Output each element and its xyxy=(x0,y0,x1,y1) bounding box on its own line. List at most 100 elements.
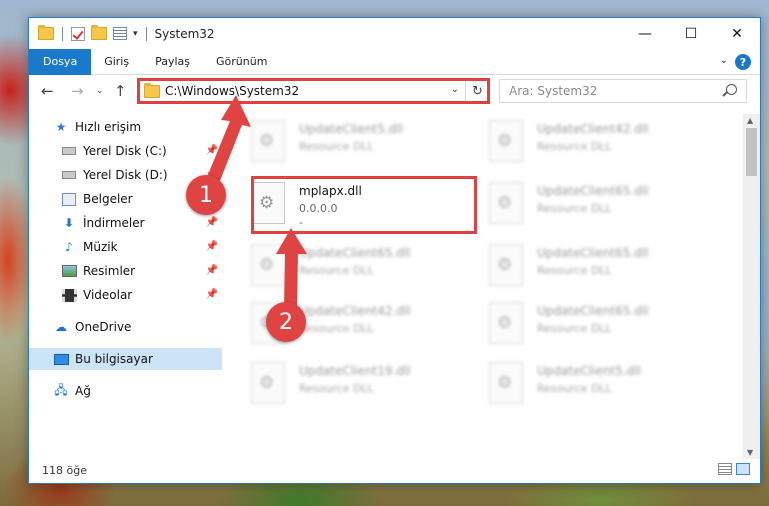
tab-view[interactable]: Görünüm xyxy=(203,49,280,75)
list-item[interactable]: UpdateClient5.dll Resource DLL xyxy=(465,358,703,408)
sidebar-item-downloads[interactable]: ⬇ İndirmeler 📌 xyxy=(29,212,222,234)
step-1-badge: 1 xyxy=(186,175,226,215)
sidebar-item-quick-access[interactable]: ★ Hızlı erişim xyxy=(29,116,222,138)
drive-icon xyxy=(62,171,76,179)
navigation-pane: ★ Hızlı erişim Yerel Disk (C:) 📌 Yerel D… xyxy=(29,114,225,459)
list-item[interactable]: UpdateClient65.dll Resource DLL xyxy=(465,298,703,348)
file-extra: - xyxy=(299,216,303,229)
file-name: UpdateClient65.dll xyxy=(299,246,411,260)
recent-locations-caret-icon[interactable]: ⌄ xyxy=(96,86,104,96)
pin-icon: 📌 xyxy=(205,289,218,300)
properties-check-icon[interactable] xyxy=(71,26,85,41)
sidebar-item-videos[interactable]: Videolar 📌 xyxy=(29,284,222,306)
sidebar-item-pictures[interactable]: Resimler 📌 xyxy=(29,260,222,282)
window-title: System32 xyxy=(154,26,215,41)
list-item[interactable]: UpdateClient65.dll Resource DLL xyxy=(465,240,703,290)
close-button[interactable]: ✕ xyxy=(714,18,760,49)
file-name: mplapx.dll xyxy=(299,184,362,198)
address-row: ← → ⌄ ↑ C:\Windows\System32 ⌄ ↻ Ara: Sys… xyxy=(29,75,760,107)
large-icons-view-icon[interactable] xyxy=(736,463,750,475)
tab-home[interactable]: Giriş xyxy=(91,49,142,75)
vertical-scrollbar[interactable]: ▲ ▼ xyxy=(743,114,760,459)
minimize-button[interactable]: — xyxy=(622,18,668,49)
view-switcher xyxy=(718,463,750,475)
network-icon: 🖧 xyxy=(54,382,68,397)
file-type: Resource DLL xyxy=(299,322,374,335)
window-controls: — ☐ ✕ xyxy=(622,18,760,49)
sidebar-item-label: Videolar xyxy=(83,288,133,302)
list-item[interactable]: UpdateClient65.dll Resource DLL xyxy=(465,178,703,228)
dll-file-icon xyxy=(251,362,285,404)
search-placeholder: Ara: System32 xyxy=(509,84,598,98)
sidebar-item-onedrive[interactable]: ☁ OneDrive xyxy=(29,316,222,338)
star-icon: ★ xyxy=(55,120,67,134)
tab-share[interactable]: Paylaş xyxy=(142,49,203,75)
folder-icon xyxy=(38,25,54,40)
music-icon: ♪ xyxy=(65,240,73,254)
dll-file-icon xyxy=(251,120,285,162)
file-type: Resource DLL xyxy=(299,264,374,277)
list-item[interactable]: UpdateClient42.dll Resource DLL xyxy=(227,298,465,348)
file-type: Resource DLL xyxy=(299,382,374,395)
dll-file-icon xyxy=(489,244,523,286)
refresh-icon[interactable]: ↻ xyxy=(465,79,489,103)
pin-icon: 📌 xyxy=(205,217,218,228)
properties-icon[interactable] xyxy=(113,27,127,40)
sidebar-item-label: OneDrive xyxy=(75,320,132,334)
search-icon[interactable] xyxy=(726,84,737,95)
sidebar-item-label: Yerel Disk (C:) xyxy=(83,144,167,158)
sidebar-item-label: Bu bilgisayar xyxy=(75,352,153,366)
tab-file[interactable]: Dosya xyxy=(29,48,92,75)
expand-ribbon-chevron-icon[interactable]: ⌄ xyxy=(720,55,728,66)
sidebar-item-label: Resimler xyxy=(83,264,136,278)
file-type: Resource DLL xyxy=(537,382,612,395)
sidebar-item-label: Müzik xyxy=(83,240,118,254)
title-bar: ▾ System32 — ☐ ✕ xyxy=(29,18,760,49)
file-name: UpdateClient19.dll xyxy=(299,364,411,378)
sidebar-item-music[interactable]: ♪ Müzik 📌 xyxy=(29,236,222,258)
sidebar-item-label: Hızlı erişim xyxy=(75,120,142,134)
pictures-icon xyxy=(61,265,77,277)
sidebar-item-label: Belgeler xyxy=(83,192,133,206)
folder-icon xyxy=(144,83,160,98)
file-type: Resource DLL xyxy=(537,202,612,215)
customize-toolbar-caret-icon[interactable]: ▾ xyxy=(133,29,138,39)
list-item-target-file[interactable]: mplapx.dll 0.0.0.0 - xyxy=(227,178,465,229)
dll-file-icon xyxy=(251,244,285,286)
file-name: UpdateClient65.dll xyxy=(537,304,649,318)
address-bar[interactable]: C:\Windows\System32 ⌄ ↻ xyxy=(137,79,490,103)
scroll-up-icon[interactable]: ▲ xyxy=(747,116,753,125)
scroll-down-icon[interactable]: ▼ xyxy=(747,448,753,457)
file-name: UpdateClient65.dll xyxy=(537,184,649,198)
details-view-icon[interactable] xyxy=(718,463,732,475)
sidebar-item-label: Yerel Disk (D:) xyxy=(83,168,168,182)
list-item[interactable]: UpdateClient5.dll Resource DLL xyxy=(227,116,465,166)
toolbar-divider xyxy=(62,26,63,41)
dll-file-icon xyxy=(489,120,523,162)
address-dropdown-icon[interactable]: ⌄ xyxy=(451,84,459,95)
help-icon[interactable]: ? xyxy=(735,54,751,70)
file-type: Resource DLL xyxy=(537,264,612,277)
new-folder-icon[interactable] xyxy=(91,25,107,40)
address-path[interactable]: C:\Windows\System32 xyxy=(165,84,299,98)
file-type: Resource DLL xyxy=(537,140,612,153)
search-input[interactable]: Ara: System32 xyxy=(499,79,747,103)
file-name: UpdateClient5.dll xyxy=(299,122,403,136)
back-arrow-icon[interactable]: ← xyxy=(41,82,54,100)
list-item[interactable]: UpdateClient19.dll Resource DLL xyxy=(227,358,465,408)
dll-file-icon xyxy=(489,302,523,344)
drive-icon xyxy=(62,147,76,155)
file-name: UpdateClient42.dll xyxy=(537,122,649,136)
sidebar-item-local-disk-c[interactable]: Yerel Disk (C:) 📌 xyxy=(29,140,222,162)
sidebar-item-this-pc[interactable]: Bu bilgisayar xyxy=(29,348,222,370)
sidebar-item-label: İndirmeler xyxy=(83,216,145,230)
scrollbar-thumb[interactable] xyxy=(746,128,757,176)
forward-arrow-icon[interactable]: → xyxy=(71,82,84,100)
up-arrow-icon[interactable]: ↑ xyxy=(114,82,127,100)
sidebar-item-network[interactable]: 🖧 Ağ xyxy=(29,380,222,402)
list-item[interactable]: UpdateClient65.dll Resource DLL xyxy=(227,240,465,290)
explorer-window: ▾ System32 — ☐ ✕ Dosya Giriş Paylaş Görü… xyxy=(28,17,761,484)
maximize-button[interactable]: ☐ xyxy=(668,18,714,49)
dll-file-icon xyxy=(489,182,523,224)
list-item[interactable]: UpdateClient42.dll Resource DLL xyxy=(465,116,703,166)
